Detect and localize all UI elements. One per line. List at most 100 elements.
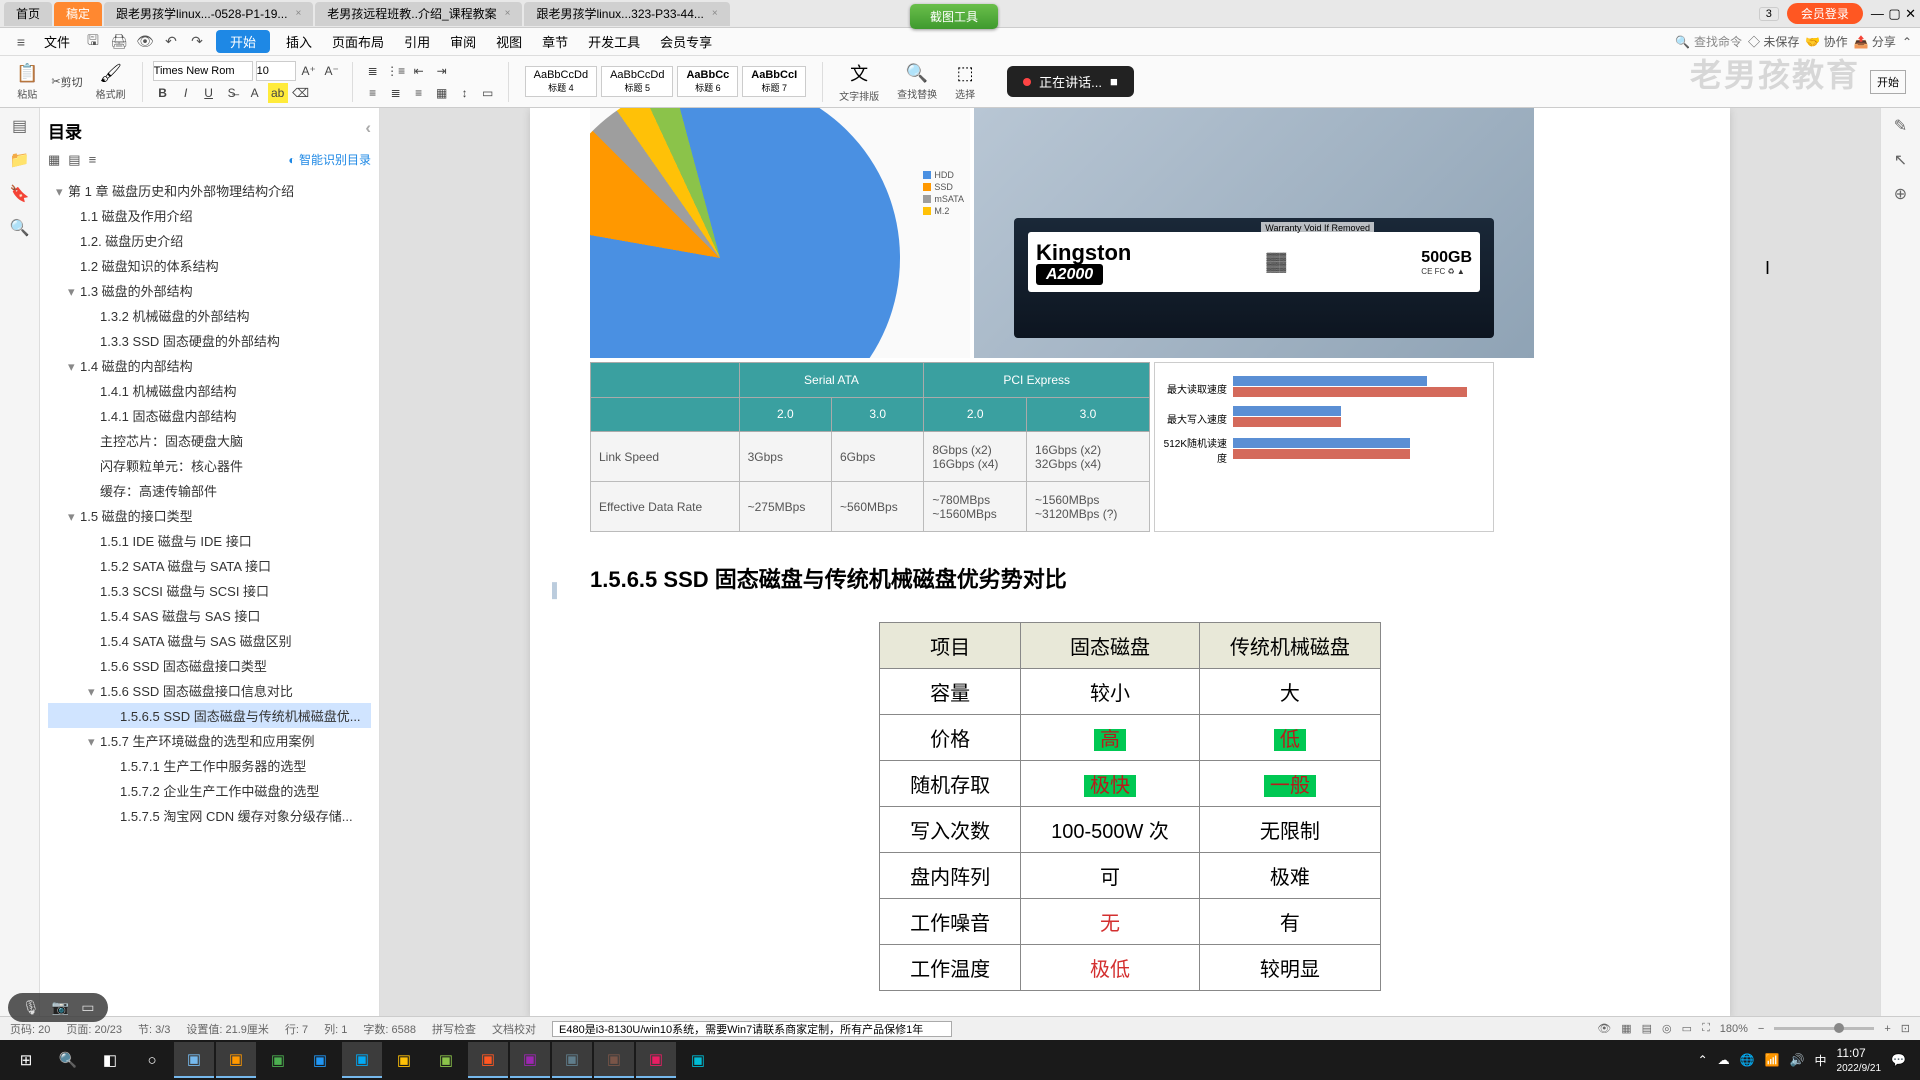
menu-view[interactable]: 视图 [486,32,532,51]
print-icon[interactable]: 🖨 [109,32,129,52]
tray-notifications-icon[interactable]: 💬 [1891,1053,1906,1067]
font-select[interactable] [153,61,253,81]
outline-item[interactable]: ▾第 1 章 磁盘历史和内外部物理结构介绍 [48,178,371,203]
tray-volume-icon[interactable]: 🔊 [1790,1053,1805,1067]
bullet-list-icon[interactable]: ≣ [363,61,383,81]
taskbar-search-icon[interactable]: 🔍 [48,1042,88,1078]
outline-item[interactable]: ▾1.3 磁盘的外部结构 [48,278,371,303]
align-center-icon[interactable]: ≣ [386,83,406,103]
command-search[interactable]: 🔍 查找命令 [1675,33,1742,50]
layout-print-icon[interactable]: ▦ [1621,1022,1631,1035]
menu-ref[interactable]: 引用 [394,32,440,51]
align-right-icon[interactable]: ≡ [409,83,429,103]
taskbar-app[interactable]: ▣ [678,1042,718,1078]
find-replace-button[interactable]: 🔍查找替换 [891,58,943,106]
taskbar-app[interactable]: ▣ [258,1042,298,1078]
outline-tool-icon[interactable]: ▦ [48,152,60,168]
pencil-icon[interactable]: ✎ [1894,116,1907,136]
stop-record-icon[interactable]: ■ [1110,74,1118,89]
status-note-input[interactable] [552,1021,952,1037]
select-button[interactable]: ⬚选择 [949,58,981,106]
outline-item[interactable]: 1.4.1 机械磁盘内部结构 [48,378,371,403]
strike-button[interactable]: S̶ [222,83,242,103]
taskbar-app[interactable]: ▣ [636,1042,676,1078]
taskbar-app[interactable]: ▣ [342,1042,382,1078]
login-button[interactable]: 会员登录 [1787,3,1863,24]
indent-dec-icon[interactable]: ⇤ [409,61,429,81]
tab-doc-3[interactable]: 跟老男孩学linux...323-P33-44...× [524,2,729,26]
outline-item[interactable]: 1.2 磁盘知识的体系结构 [48,253,371,278]
task-view-icon[interactable]: ◧ [90,1042,130,1078]
status-spell[interactable]: 拼写检查 [432,1021,476,1037]
align-left-icon[interactable]: ≡ [363,83,383,103]
tab-gaoding[interactable]: 稿定 [54,2,102,26]
style-h5[interactable]: AaBbCcDd标题 5 [601,66,673,97]
screenshot-tool-button[interactable]: 截图工具 [910,4,998,29]
menu-chapter[interactable]: 章节 [532,32,578,51]
align-justify-icon[interactable]: ▦ [432,83,452,103]
outline-item[interactable]: 1.3.2 机械磁盘的外部结构 [48,303,371,328]
coop-button[interactable]: 🤝 协作 [1805,33,1847,50]
text-layout-button[interactable]: 文文字排版 [833,58,885,106]
camera-icon[interactable]: 📷 [52,999,69,1016]
zoom-in-icon[interactable]: + [1884,1023,1890,1035]
outline-item[interactable]: ▾1.5 磁盘的接口类型 [48,503,371,528]
outline-item[interactable]: 主控芯片：固态硬盘大脑 [48,428,371,453]
undo-icon[interactable]: ↶ [161,32,181,52]
share-button[interactable]: 📤 分享 [1854,33,1896,50]
outline-item[interactable]: 1.5.4 SATA 磁盘与 SAS 磁盘区别 [48,628,371,653]
style-h6[interactable]: AaBbCc标题 6 [677,66,738,97]
zoom-slider[interactable] [1774,1027,1874,1030]
outline-icon[interactable]: ▤ [12,116,27,136]
tray-chevron-icon[interactable]: ⌃ [1698,1053,1708,1067]
close-icon[interactable]: × [712,8,718,19]
tray-network-icon[interactable]: 🌐 [1740,1053,1755,1067]
close-icon[interactable]: × [295,8,301,19]
fit-icon[interactable]: ⊡ [1901,1022,1910,1035]
outline-item[interactable]: 1.3.3 SSD 固态硬盘的外部结构 [48,328,371,353]
italic-button[interactable]: I [176,83,196,103]
outline-item[interactable]: 1.5.4 SAS 磁盘与 SAS 接口 [48,603,371,628]
layout-outline-icon[interactable]: ◎ [1662,1022,1672,1035]
menu-member[interactable]: 会员专享 [650,32,722,51]
menu-start[interactable]: 开始 [216,30,270,53]
outline-item[interactable]: 1.4.1 固态磁盘内部结构 [48,403,371,428]
zoom-out-icon[interactable]: − [1758,1023,1764,1035]
settings-icon[interactable]: ▭ [81,999,94,1016]
tab-doc-2[interactable]: 老男孩远程班教..介绍_课程教案× [315,2,522,26]
clear-format-button[interactable]: ⌫ [291,83,311,103]
font-color-button[interactable]: A [245,83,265,103]
fullscreen-icon[interactable]: ⛶ [1702,1022,1710,1035]
floating-toolbar[interactable]: 🎙 📷 ▭ [8,993,108,1022]
chevron-up-icon[interactable]: ⌃ [1902,35,1912,49]
outline-item[interactable]: 缓存：高速传输部件 [48,478,371,503]
layout-web-icon[interactable]: ▤ [1642,1022,1652,1035]
close-icon[interactable]: ‹ [365,118,371,143]
outline-item[interactable]: 1.5.6 SSD 固态磁盘接口类型 [48,653,371,678]
maximize-icon[interactable]: ▢ [1888,6,1900,21]
outline-item[interactable]: 1.2. 磁盘历史介绍 [48,228,371,253]
menu-dev[interactable]: 开发工具 [578,32,650,51]
format-painter-button[interactable]: 🖌格式刷 [90,58,132,106]
notification-badge[interactable]: 3 [1759,7,1779,21]
cut-button[interactable]: ✂ 剪切 [50,72,83,92]
outline-item[interactable]: 1.5.6.5 SSD 固态磁盘与传统机械磁盘优... [48,703,371,728]
help-icon[interactable]: ⊕ [1894,184,1907,204]
zoom-value[interactable]: 180% [1720,1023,1748,1035]
outline-item[interactable]: 1.5.3 SCSI 磁盘与 SCSI 接口 [48,578,371,603]
menu-icon[interactable]: ≡ [11,32,31,52]
taskbar-app[interactable]: ▣ [594,1042,634,1078]
outline-tool-icon[interactable]: ▤ [68,152,80,168]
status-pages[interactable]: 页面: 20/23 [66,1021,122,1037]
document-viewport[interactable]: HDD SSD mSATA M.2 Warranty Void If Remov… [380,108,1880,1016]
taskbar-app[interactable]: ▣ [216,1042,256,1078]
outline-item[interactable]: ▾1.5.7 生产环境磁盘的选型和应用案例 [48,728,371,753]
layout-read-icon[interactable]: ▭ [1682,1022,1692,1035]
taskbar-app[interactable]: ▣ [384,1042,424,1078]
tray-cloud-icon[interactable]: ☁ [1718,1053,1730,1067]
tab-doc-1[interactable]: 跟老男孩学linux...-0528-P1-19...× [104,2,313,26]
bookmark-icon[interactable]: 🔖 [10,184,30,204]
outline-item[interactable]: 1.5.2 SATA 磁盘与 SATA 接口 [48,553,371,578]
taskbar-app[interactable]: ▣ [300,1042,340,1078]
view-icon[interactable]: 👁 [1597,1022,1611,1035]
